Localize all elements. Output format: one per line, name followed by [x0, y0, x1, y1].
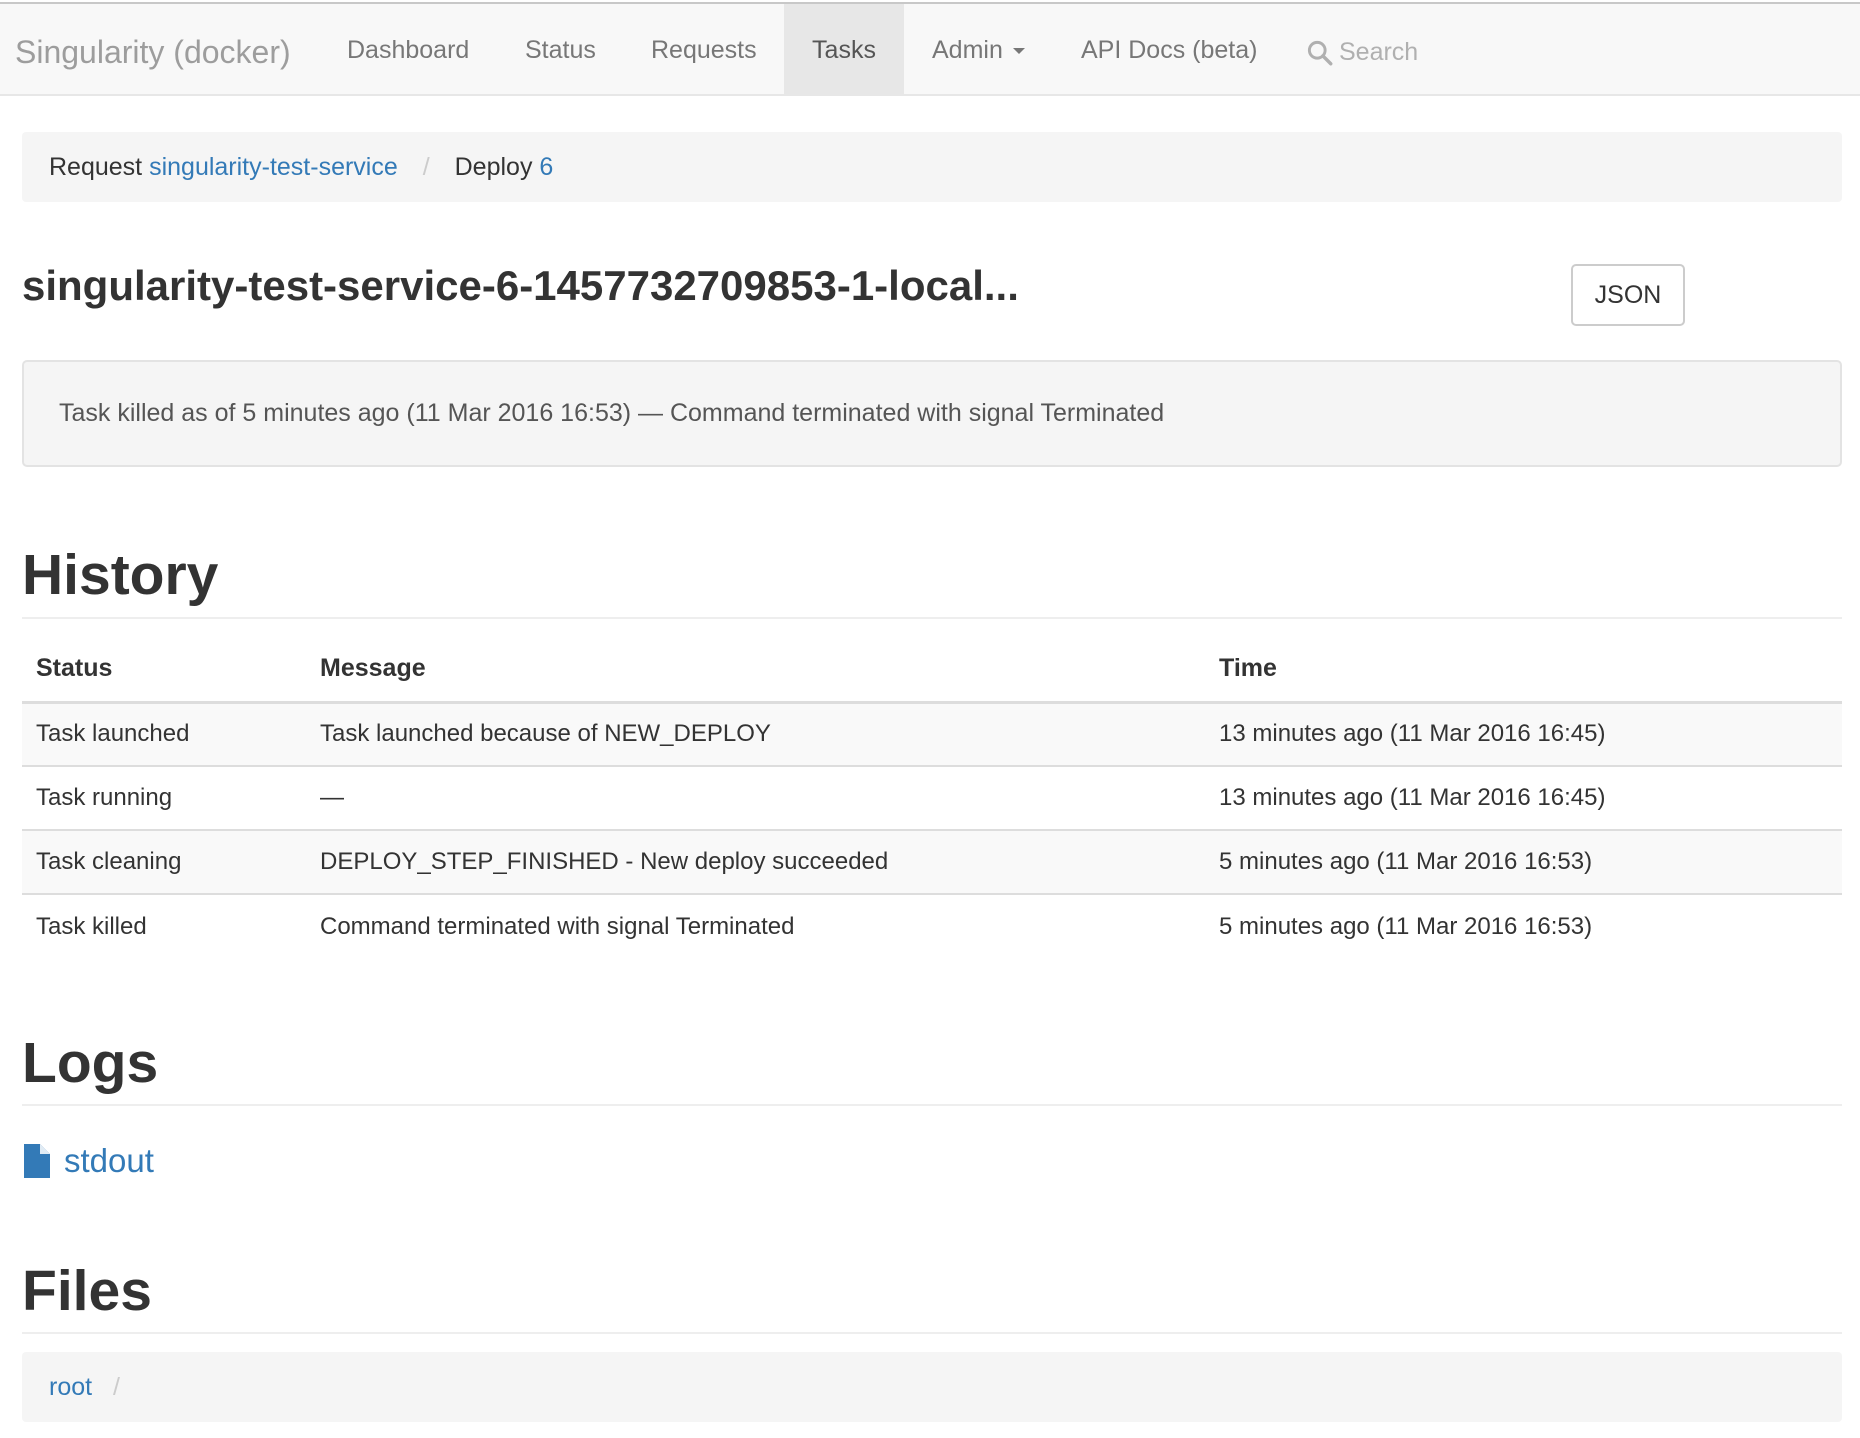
brand-link[interactable]: Singularity (docker): [15, 34, 291, 71]
cell-time: 5 minutes ago (11 Mar 2016 16:53): [1205, 830, 1842, 895]
file-icon: [24, 1144, 50, 1178]
search-icon: [1307, 40, 1333, 65]
logs-heading: Logs: [22, 1031, 159, 1095]
files-divider: [22, 1332, 1842, 1334]
cell-status: Task killed: [36, 912, 147, 940]
logs-divider: [22, 1104, 1842, 1106]
cell-time: 5 minutes ago (11 Mar 2016 16:53): [1219, 912, 1593, 940]
top-navbar: Singularity (docker) Dashboard Status Re…: [0, 2, 1860, 96]
table-row: Task launched Task launched because of N…: [22, 702, 1842, 767]
table-row: Task running — 13 minutes ago (11 Mar 20…: [22, 766, 1842, 831]
search-label: Search: [1339, 37, 1419, 66]
json-button[interactable]: JSON: [1571, 264, 1685, 326]
cell-message: —: [306, 766, 1205, 831]
nav-admin-label: Admin: [932, 36, 1003, 64]
breadcrumb-deploy-link[interactable]: 6: [539, 153, 553, 181]
task-title: singularity-test-service-6-1457732709853…: [22, 262, 1019, 309]
nav-admin-dropdown[interactable]: Admin: [904, 4, 1053, 96]
column-header-message: Message: [306, 636, 1205, 704]
column-header-time: Time: [1205, 636, 1842, 704]
cell-message: DEPLOY_STEP_FINISHED - New deploy succee…: [306, 830, 1205, 895]
cell-message: Task launched because of NEW_DEPLOY: [306, 702, 1205, 767]
cell-status: Task running: [22, 766, 306, 831]
log-link-stdout[interactable]: stdout: [24, 1142, 154, 1180]
nav-requests[interactable]: Requests: [623, 4, 785, 96]
nav-status[interactable]: Status: [497, 4, 624, 96]
breadcrumb-separator: /: [422, 153, 430, 181]
history-divider: [22, 617, 1842, 619]
search-trigger[interactable]: Search: [1306, 34, 1566, 70]
caret-down-icon: [1012, 48, 1025, 55]
task-status-well: Task killed as of 5 minutes ago (11 Mar …: [22, 360, 1842, 467]
files-breadcrumb: root /: [22, 1352, 1842, 1422]
cell-message: Command terminated with signal Terminate…: [320, 912, 795, 940]
nav-tasks[interactable]: Tasks: [784, 4, 904, 96]
files-heading: Files: [22, 1259, 152, 1323]
column-header-status: Status: [22, 636, 306, 704]
breadcrumb-request-prefix: Request: [49, 153, 143, 181]
cell-time: 13 minutes ago (11 Mar 2016 16:45): [1205, 766, 1842, 831]
table-row: Task killed Command terminated with sign…: [22, 894, 1842, 958]
log-link-label: stdout: [64, 1142, 154, 1179]
files-root-link[interactable]: root: [49, 1373, 92, 1401]
history-table: Status Message Time Task launched Task l…: [22, 636, 1842, 958]
cell-status: Task cleaning: [22, 830, 306, 895]
nav-api-docs[interactable]: API Docs (beta): [1053, 4, 1285, 96]
nav-dashboard[interactable]: Dashboard: [319, 4, 497, 96]
cell-status: Task launched: [22, 702, 306, 767]
files-breadcrumb-separator: /: [113, 1373, 120, 1401]
cell-time: 13 minutes ago (11 Mar 2016 16:45): [1205, 702, 1842, 767]
breadcrumb-request-link[interactable]: singularity-test-service: [149, 153, 398, 181]
breadcrumb-deploy-prefix: Deploy: [454, 153, 533, 181]
table-header-row: Status Message Time: [22, 636, 1842, 704]
history-heading: History: [22, 543, 219, 607]
table-row: Task cleaning DEPLOY_STEP_FINISHED - New…: [22, 830, 1842, 895]
breadcrumb: Request singularity-test-service / Deplo…: [22, 132, 1842, 202]
